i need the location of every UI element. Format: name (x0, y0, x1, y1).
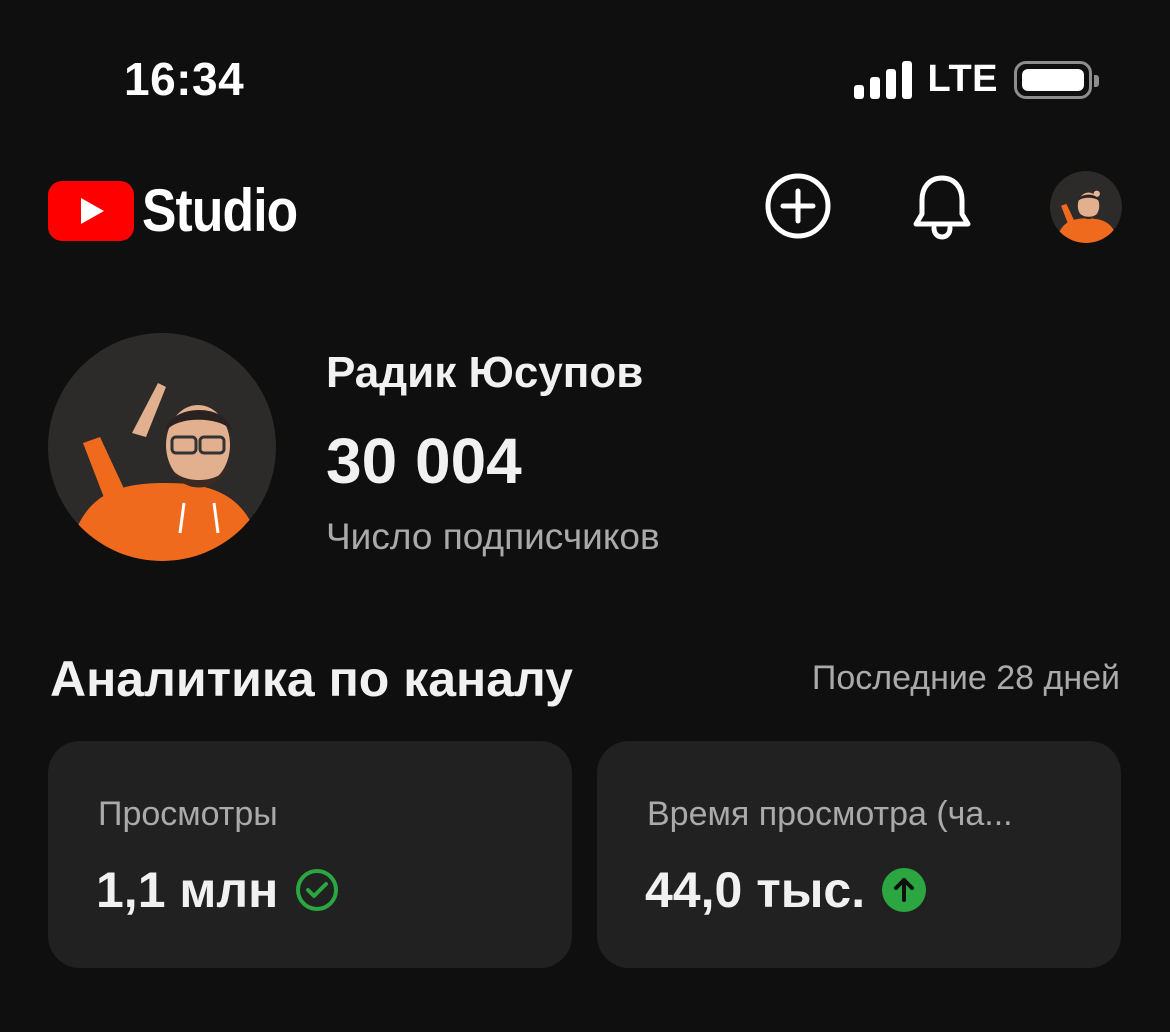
status-indicators: LTE (853, 58, 1099, 101)
views-label: Просмотры (98, 795, 278, 833)
check-circle-icon (296, 869, 339, 911)
logo-text: Studio (142, 177, 298, 244)
watch-time-value-row: 44,0 тыс. (645, 861, 927, 919)
views-card[interactable]: Просмотры 1,1 млн (48, 741, 572, 968)
subscriber-count: 30 004 (326, 425, 522, 497)
subscriber-label: Число подписчиков (326, 516, 660, 557)
cellular-signal-icon (853, 60, 912, 99)
views-value-row: 1,1 млн (96, 861, 340, 919)
create-button[interactable] (762, 170, 834, 242)
battery-level (1022, 68, 1084, 91)
views-value: 1,1 млн (96, 862, 279, 918)
channel-avatar[interactable] (48, 333, 276, 561)
profile-photo (1050, 171, 1122, 243)
watch-time-card[interactable]: Время просмотра (ча... 44,0 тыс. (597, 741, 1121, 968)
battery-icon (1014, 60, 1099, 99)
channel-name: Радик Юсупов (326, 348, 644, 397)
plus-circle-icon (765, 173, 831, 239)
screen: 16:34 LTE Studio Радик Юсупов 30 004 Чис… (0, 0, 1170, 1032)
youtube-studio-logo[interactable]: Studio (48, 176, 323, 245)
account-avatar[interactable] (1050, 171, 1122, 243)
notifications-button[interactable] (906, 170, 978, 242)
analytics-title: Аналитика по каналу (50, 651, 573, 707)
analytics-period: Последние 28 дней (811, 659, 1120, 697)
profile-photo (48, 333, 276, 561)
arrow-up-circle-icon (882, 868, 927, 912)
status-time: 16:34 (124, 53, 245, 105)
youtube-play-icon (48, 180, 134, 241)
watch-time-value: 44,0 тыс. (645, 862, 866, 918)
network-type: LTE (927, 58, 998, 100)
bell-icon (913, 175, 971, 240)
watch-time-label: Время просмотра (ча... (647, 795, 1013, 833)
